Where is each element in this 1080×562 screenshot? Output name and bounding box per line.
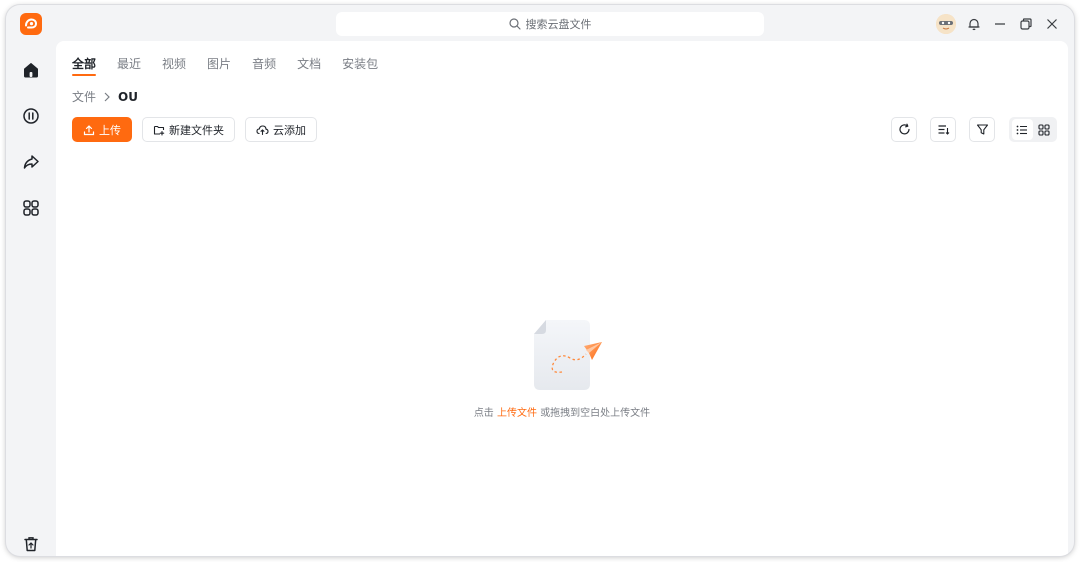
tab-image[interactable]: 图片 [207, 55, 231, 76]
logo-icon[interactable] [20, 13, 42, 35]
cloud-add-label: 云添加 [273, 123, 306, 137]
empty-hint-prefix: 点击 [473, 408, 494, 419]
cloud-upload-icon [256, 124, 269, 135]
bell-icon[interactable] [966, 16, 982, 32]
category-tabs: 全部 最近 视频 图片 音频 文档 安装包 [72, 55, 399, 76]
breadcrumb: 文件 OU [72, 88, 138, 105]
tab-installer[interactable]: 安装包 [342, 55, 378, 76]
sidebar [6, 41, 56, 556]
view-toggle [1009, 117, 1057, 142]
tab-audio[interactable]: 音频 [252, 55, 276, 76]
cloud-add-button[interactable]: 云添加 [245, 117, 317, 142]
apps-icon[interactable] [20, 197, 42, 219]
tab-document[interactable]: 文档 [297, 55, 321, 76]
list-view-icon[interactable] [1011, 119, 1033, 140]
search-input[interactable]: 搜索云盘文件 [336, 12, 764, 36]
upload-file-link[interactable]: 上传文件 [497, 408, 537, 419]
filter-icon[interactable] [969, 117, 995, 142]
sort-icon[interactable] [930, 117, 956, 142]
close-icon[interactable] [1044, 16, 1060, 32]
upload-button[interactable]: 上传 [72, 117, 132, 142]
grid-view-icon[interactable] [1034, 119, 1055, 140]
search-placeholder: 搜索云盘文件 [525, 18, 592, 31]
toolbar-right [878, 117, 1057, 142]
search-icon [508, 18, 521, 30]
home-icon[interactable] [20, 59, 42, 81]
recycle-bin-icon[interactable] [20, 533, 42, 555]
breadcrumb-current: OU [118, 89, 138, 104]
new-folder-icon [153, 125, 165, 136]
tab-recent[interactable]: 最近 [117, 55, 141, 76]
empty-hint-suffix: 或拖拽到空白处上传文件 [540, 408, 651, 419]
new-folder-button[interactable]: 新建文件夹 [142, 117, 235, 142]
recent-circle-icon[interactable] [20, 105, 42, 127]
empty-folder-illustration [526, 316, 604, 394]
upload-icon [83, 124, 95, 135]
action-bar: 上传 新建文件夹 云添加 [72, 117, 317, 142]
app-window: 搜索云盘文件 全部 最近 视频 图片 音频 文档 安装包 文件 OU 上传 新建… [6, 5, 1074, 556]
tab-all[interactable]: 全部 [72, 55, 97, 76]
chevron-right-icon [104, 92, 110, 101]
share-icon[interactable] [20, 151, 42, 173]
main-panel: 全部 最近 视频 图片 音频 文档 安装包 文件 OU 上传 新建文件夹 云添加… [56, 41, 1068, 556]
empty-hint: 点击 上传文件 或拖拽到空白处上传文件 [56, 404, 1068, 419]
tab-video[interactable]: 视频 [162, 55, 186, 76]
new-folder-label: 新建文件夹 [169, 123, 224, 137]
restore-icon[interactable] [1018, 16, 1034, 32]
upload-label: 上传 [99, 123, 121, 137]
minimize-icon[interactable] [992, 16, 1008, 32]
refresh-icon[interactable] [891, 117, 917, 142]
breadcrumb-root[interactable]: 文件 [72, 88, 96, 105]
avatar[interactable] [936, 14, 956, 34]
